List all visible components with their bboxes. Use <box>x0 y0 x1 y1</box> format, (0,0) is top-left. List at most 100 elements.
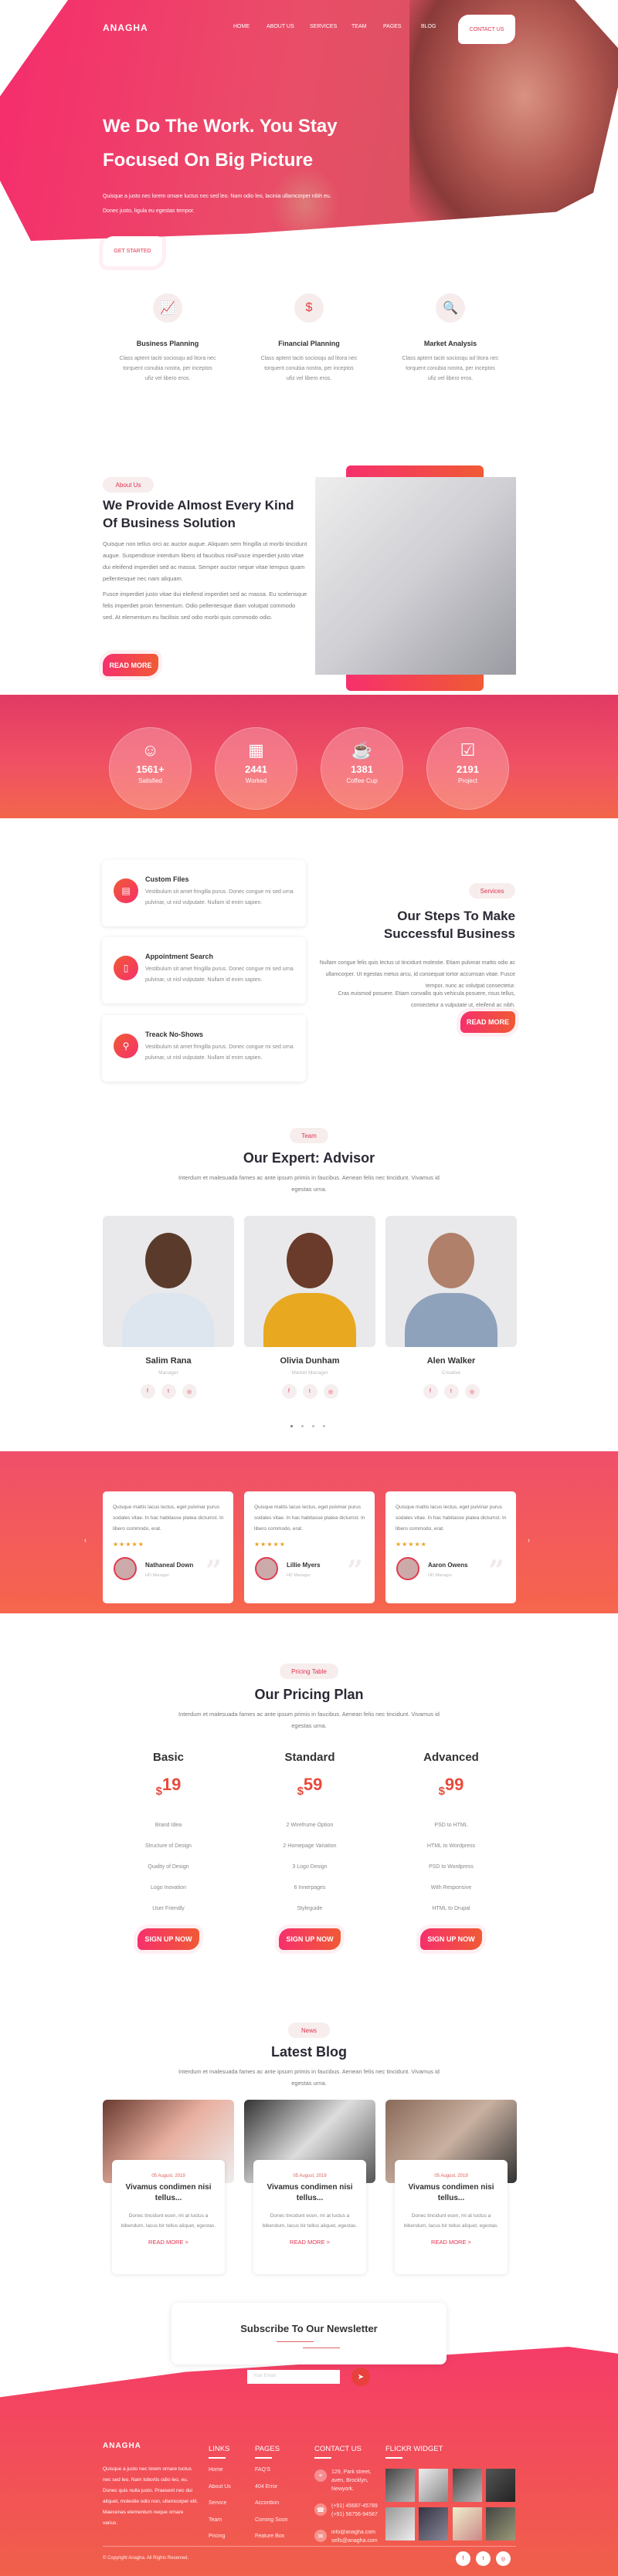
member-photo <box>103 1216 234 1347</box>
prev-arrow-icon[interactable]: ‹ <box>84 1536 87 1544</box>
nav-services[interactable]: SERVICES <box>310 24 337 29</box>
footer-link[interactable]: Service <box>209 2500 226 2506</box>
contact-us-button[interactable]: CONTACT US <box>458 15 515 44</box>
plan-feature: Logo Inovation <box>151 1885 186 1891</box>
blog-post-title[interactable]: Vivamus condimen nisi tellus... <box>261 2182 358 2204</box>
member-name: Salim Rana <box>145 1356 192 1366</box>
plan-price: $19 <box>155 1775 182 1798</box>
blog-post: 05 August, 2019 Vivamus condimen nisi tel… <box>244 2100 375 2274</box>
nav-about[interactable]: ABOUT US <box>267 24 294 29</box>
counter-label: Satisfied <box>138 777 162 784</box>
counter-label: Project <box>458 777 477 784</box>
facebook-icon[interactable]: f <box>140 1384 155 1399</box>
flickr-image[interactable] <box>453 2507 482 2540</box>
blog-read-more-link[interactable]: READ MORE > <box>402 2239 500 2246</box>
twitter-icon[interactable]: t <box>161 1384 176 1399</box>
blog-excerpt: Donec tincidunt ecen, mi at luctus a bib… <box>262 2213 358 2229</box>
carousel-dots <box>290 1425 325 1427</box>
hero-text: Quisque a justo nec lorem ornare luctus … <box>103 194 331 214</box>
flickr-image[interactable] <box>486 2469 515 2502</box>
pricing-title: Our Pricing Plan <box>254 1687 364 1702</box>
next-arrow-icon[interactable]: › <box>528 1536 530 1544</box>
feature-business-planning: 📈 Business Planning Class aptent taciti so… <box>102 293 233 384</box>
footer-link[interactable]: About Us <box>209 2484 231 2490</box>
nav-home[interactable]: HOME <box>233 24 250 29</box>
flickr-image[interactable] <box>453 2469 482 2502</box>
about-read-more-button[interactable]: READ MORE <box>103 654 158 676</box>
team-member: Salim Rana Manager f t ◎ <box>103 1216 234 1399</box>
twitter-icon[interactable]: t <box>302 1384 317 1399</box>
sign-up-button[interactable]: SIGN UP NOW <box>279 1928 341 1950</box>
facebook-icon[interactable]: f <box>456 2551 470 2566</box>
footer-page-link[interactable]: Feature Box <box>255 2534 284 2539</box>
email-input[interactable]: Your Email <box>247 2370 340 2384</box>
email-1[interactable]: info@anagha.com <box>331 2528 378 2537</box>
copyright: © Copyright Anagha. All Rights Reserved. <box>103 2556 189 2561</box>
email-2[interactable]: sells@anagha.com <box>331 2537 378 2545</box>
dot[interactable] <box>312 1425 314 1427</box>
testimonial-text: Quisque mattis lacus lectus, eget pulvin… <box>396 1505 507 1532</box>
pages-heading: PAGES <box>255 2445 280 2459</box>
plan-price: $59 <box>297 1775 323 1798</box>
flickr-image[interactable] <box>385 2469 415 2502</box>
pricing-badge: Pricing Table <box>280 1664 338 1679</box>
footer-page-link[interactable]: 404 Error <box>255 2484 277 2490</box>
twitter-icon[interactable]: t <box>476 2551 491 2566</box>
facebook-icon[interactable]: f <box>281 1384 297 1399</box>
phone-1: (+91) 45687-45789 <box>331 2503 378 2509</box>
dot[interactable] <box>290 1425 293 1427</box>
about-title: We Provide Almost Every Kind Of Business… <box>103 498 294 530</box>
hand-dollar-icon: $ <box>294 293 324 323</box>
twitter-icon[interactable]: t <box>443 1384 459 1399</box>
footer-page-link[interactable]: FAQ'S <box>255 2467 270 2473</box>
blog-text: Interdum et malesuada fames ac ante ipsu… <box>178 2068 440 2087</box>
about-paragraph-2: Fusce imperdiet justo vitae dui eleifend… <box>103 591 307 621</box>
blog-post-title[interactable]: Vivamus condimen nisi tellus... <box>402 2182 500 2204</box>
counter-project: ☑ 2191 Project <box>426 727 509 810</box>
github-icon[interactable]: ◎ <box>464 1384 480 1399</box>
nav-team[interactable]: TEAM <box>351 24 366 29</box>
feature-text: Class aptent taciti sociosqu ad litora n… <box>119 356 216 381</box>
sign-up-button[interactable]: SIGN UP NOW <box>138 1928 199 1950</box>
dot[interactable] <box>301 1425 304 1427</box>
hero-title-line2: Focused On Big Picture <box>103 150 314 171</box>
github-icon[interactable]: ◎ <box>323 1384 338 1399</box>
dot[interactable] <box>323 1425 325 1427</box>
team-title: Our Expert: Advisor <box>243 1150 375 1166</box>
plan-name: Standard <box>284 1751 335 1764</box>
footer-page-link[interactable]: Coming Soon <box>255 2517 287 2523</box>
flickr-image[interactable] <box>419 2469 448 2502</box>
services-read-more-button[interactable]: READ MORE <box>460 1011 515 1033</box>
sign-up-button[interactable]: SIGN UP NOW <box>420 1928 482 1950</box>
blog-read-more-link[interactable]: READ MORE > <box>261 2239 358 2246</box>
flickr-image[interactable] <box>419 2507 448 2540</box>
footer-link[interactable]: Team <box>209 2517 222 2523</box>
flickr-image[interactable] <box>385 2507 415 2540</box>
flickr-image[interactable] <box>486 2507 515 2540</box>
facebook-icon[interactable]: f <box>423 1384 438 1399</box>
plan-feature: Structure of Design <box>145 1843 192 1849</box>
footer-link[interactable]: Pricing <box>209 2534 225 2539</box>
nav-blog[interactable]: BLOG <box>421 24 436 29</box>
feature-title: Business Planning <box>136 340 199 347</box>
footer-page-link[interactable]: Accordion <box>255 2500 279 2506</box>
testimonial-card: Quisque mattis lacus lectus, eget pulvin… <box>103 1491 233 1603</box>
get-started-button[interactable]: GET STARTED <box>103 236 162 266</box>
star-rating: ★★★★★ <box>254 1541 286 1548</box>
plan-feature: PSD to HTML <box>434 1823 468 1828</box>
plan-feature: HTML to Drupal <box>432 1906 470 1911</box>
avatar <box>114 1557 137 1580</box>
learn-more-button[interactable]: LEARN MORE <box>169 236 228 266</box>
member-role: Market Manager <box>291 1370 328 1376</box>
about-badge: About Us <box>103 477 154 493</box>
footer-link[interactable]: Home <box>209 2467 223 2473</box>
feature-financial-planning: $ Financial Planning Class aptent taciti s… <box>243 293 375 384</box>
hero-title-line1: We Do The Work. You Stay <box>103 116 338 137</box>
github-icon[interactable]: ◎ <box>182 1384 197 1399</box>
github-icon[interactable]: ◎ <box>496 2551 511 2566</box>
send-icon[interactable]: ➤ <box>351 2368 370 2386</box>
nav-pages[interactable]: PAGES <box>383 24 402 29</box>
service-text: Vestibulum sit amet fringilla purus. Don… <box>145 889 294 905</box>
blog-post-title[interactable]: Vivamus condimen nisi tellus... <box>120 2182 217 2204</box>
blog-read-more-link[interactable]: READ MORE > <box>120 2239 217 2246</box>
